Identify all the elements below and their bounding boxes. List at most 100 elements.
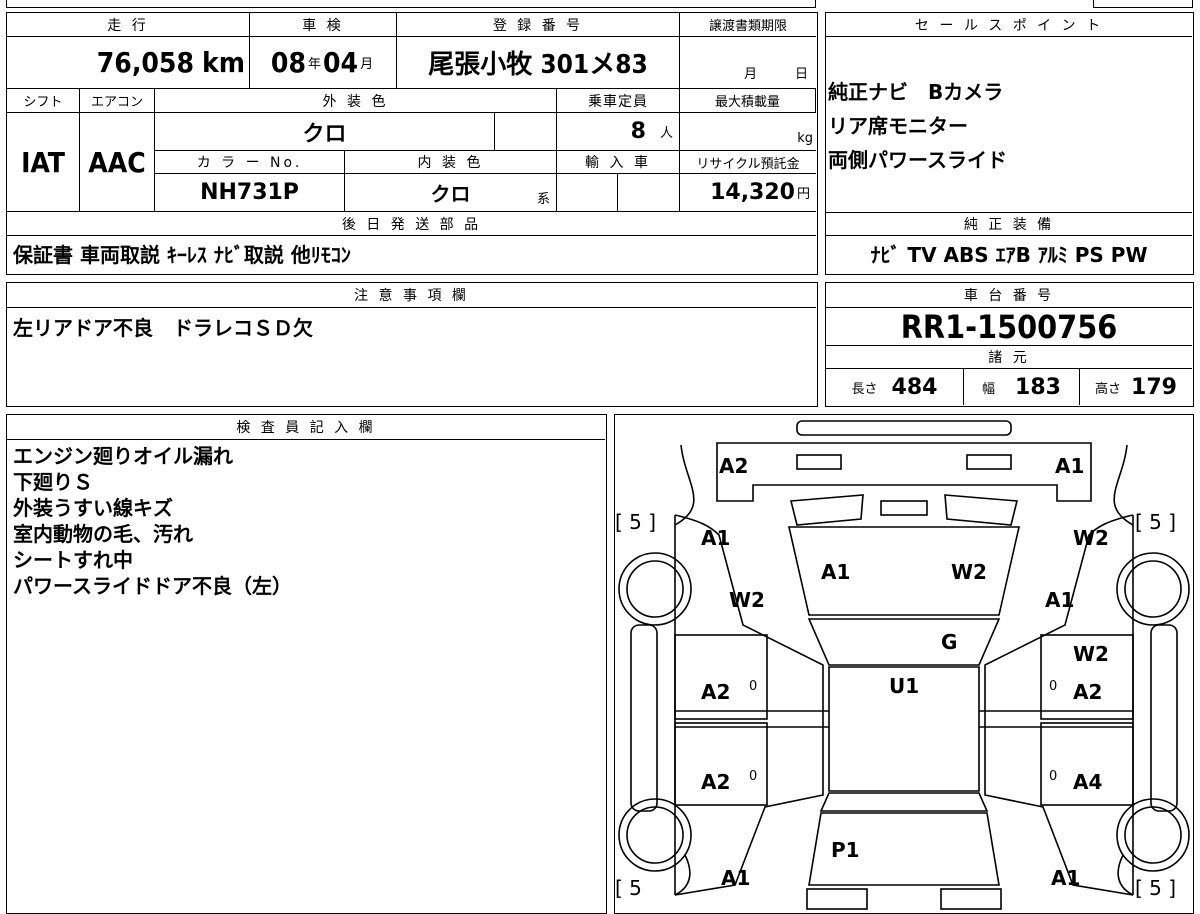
roof-grade: U1: [889, 674, 920, 698]
spec-height-value: 179: [1131, 374, 1177, 400]
tire-right-bottom: [ 5 ]: [1135, 876, 1177, 900]
right-rear-door-mark: 0: [1049, 769, 1058, 784]
shaken-month-unit: 月: [360, 57, 374, 72]
top-strip: [6, 0, 816, 8]
max-load-unit: kg: [797, 131, 813, 146]
car-diagram-box: [ 5 ] [ 5 ] [ 5 [ 5 ] A2 A1 A1 W2 A1 W2 …: [614, 414, 1194, 914]
sales-point-line-3: 両側パワースライド: [828, 148, 1007, 172]
hood-right-grade: W2: [951, 560, 987, 584]
tailgate-grade: P1: [831, 838, 860, 862]
spec-width-label: 幅: [982, 381, 996, 397]
inspector-line-5: シートすれ中: [13, 548, 133, 572]
hood-left-grade: A1: [821, 560, 851, 584]
front-fender-left-grade-b: W2: [729, 588, 765, 612]
max-load-value: kg: [680, 113, 816, 150]
spec-width: 幅 183: [964, 369, 1080, 405]
spec-height: 高さ 179: [1080, 369, 1192, 405]
sales-point-line-1: 純正ナビ Bカメラ: [828, 80, 1004, 104]
shift-label: シフト: [7, 89, 80, 113]
inspector-line-1: エンジン廻りオイル漏れ: [13, 444, 233, 468]
aircon-value: AAC: [80, 113, 155, 212]
color-no-value: NH731P: [155, 174, 345, 212]
left-front-door-mark: 0: [749, 679, 758, 694]
chassis-box: 車 台 番 号 RR1-1500756 諸 元 長さ 484 幅 183 高さ …: [825, 282, 1194, 407]
shaken-year-unit: 年: [307, 57, 321, 72]
max-load-label: 最大積載量: [680, 89, 816, 113]
interior-color-label: 内 装 色: [345, 150, 557, 174]
recycle-deposit-value: 14,320 円: [680, 174, 816, 212]
capacity-label: 乗車定員: [557, 89, 680, 113]
mileage-value: 76,058 km: [7, 37, 250, 89]
recycle-deposit-label: リサイクル預託金: [680, 150, 816, 174]
shaken-value: 08 年 04 月: [250, 37, 397, 89]
registration-number: 尾張小牧 301メ83: [428, 50, 648, 80]
chassis-number-value: RR1-1500756: [900, 307, 1118, 346]
sales-points-box: セ ー ル ス ポ イ ン ト 純正ナビ Bカメラ リア席モニター 両側パワース…: [825, 12, 1194, 275]
front-fender-right-grade-a: W2: [1073, 526, 1109, 550]
spec-width-value: 183: [1015, 374, 1061, 400]
aircon-label: エアコン: [80, 89, 155, 113]
windshield-grade: G: [941, 630, 958, 654]
inspector-line-3: 外装うすい線キズ: [13, 496, 173, 520]
front-fender-right-grade-b: A1: [1045, 588, 1075, 612]
mileage-unit: km: [202, 46, 245, 79]
recycle-deposit-unit: 円: [796, 187, 810, 202]
specs-label: 諸 元: [826, 345, 1192, 369]
front-fender-left-grade-a: A1: [701, 526, 731, 550]
spec-length-value: 484: [891, 374, 938, 400]
spec-length-label: 長さ: [851, 381, 878, 397]
front-bumper-right-grade: A1: [1055, 454, 1085, 478]
transfer-deadline-label: 譲渡書類期限: [680, 13, 816, 37]
interior-color-unit: 系: [536, 192, 550, 207]
recycle-deposit-number: 14,320: [710, 180, 795, 205]
later-parts-label: 後 日 発 送 部 品: [7, 212, 816, 236]
right-front-door-grade-a: W2: [1073, 642, 1109, 666]
right-rear-door-grade: A4: [1073, 770, 1103, 794]
inspector-label: 検 査 員 記 入 欄: [7, 415, 605, 440]
capacity-value: 8 人: [557, 113, 680, 150]
left-front-door-grade: A2: [701, 680, 731, 704]
shaken-year: 08: [270, 46, 306, 79]
shaken-label: 車 検: [250, 13, 397, 37]
import-car-value-a: [557, 174, 618, 212]
equipment-label: 純 正 装 備: [826, 212, 1192, 236]
sales-points-label: セ ー ル ス ポ イ ン ト: [826, 13, 1192, 37]
sales-point-line-2: リア席モニター: [828, 114, 968, 138]
chassis-number-label: 車 台 番 号: [826, 283, 1192, 308]
rear-left-grade: A1: [721, 866, 751, 890]
registration-label: 登 録 番 号: [397, 13, 680, 37]
exterior-color-label: 外 装 色: [155, 89, 557, 113]
inspector-line-4: 室内動物の毛、汚れ: [13, 522, 193, 546]
interior-color-value: クロ 系: [345, 174, 557, 212]
top-strip-right: [1093, 0, 1193, 8]
import-car-value-b: [618, 174, 680, 212]
inspector-line-6: パワースライドドア不良（左）: [13, 574, 292, 598]
transfer-month-unit: 月: [743, 67, 757, 82]
transfer-deadline-value: 月 日: [680, 37, 816, 89]
capacity-number: 8: [630, 119, 646, 144]
right-front-door-mark: 0: [1049, 679, 1058, 694]
notes-label: 注 意 事 項 欄: [7, 283, 816, 308]
rear-right-grade: A1: [1051, 866, 1081, 890]
left-rear-door-grade: A2: [701, 770, 731, 794]
tire-left-top: [ 5 ]: [615, 510, 657, 534]
vehicle-info-table: 走 行 車 検 登 録 番 号 譲渡書類期限 76,058 km 08 年 04…: [6, 12, 818, 275]
spec-length: 長さ 484: [826, 369, 964, 405]
inspector-line-2: 下廻りＳ: [13, 470, 93, 494]
tire-left-bottom: [ 5: [615, 876, 642, 900]
notes-value: 左リアドア不良 ドラレコＳＤ欠: [13, 316, 313, 340]
equipment-value: ﾅﾋﾞ TV ABS ｴｱB ｱﾙﾐ PS PW: [870, 242, 1148, 267]
tire-right-top: [ 5 ]: [1135, 510, 1177, 534]
left-rear-door-mark: 0: [749, 769, 758, 784]
capacity-unit: 人: [659, 126, 673, 141]
notes-box: 注 意 事 項 欄 左リアドア不良 ドラレコＳＤ欠: [6, 282, 818, 407]
shift-value: IAT: [7, 113, 80, 212]
registration-value: 尾張小牧 301メ83: [397, 37, 680, 89]
later-parts-value: 保証書 車両取説 ｷｰﾚｽ ﾅﾋﾞ取説 他ﾘﾓｺﾝ: [13, 242, 351, 267]
color-no-label: カ ラ ー No.: [155, 150, 345, 174]
import-car-label: 輸 入 車: [557, 150, 680, 174]
mileage-label: 走 行: [7, 13, 250, 37]
mileage-number: 76,058: [96, 46, 194, 79]
exterior-color-extra: [495, 113, 557, 150]
spec-height-label: 高さ: [1095, 381, 1122, 397]
